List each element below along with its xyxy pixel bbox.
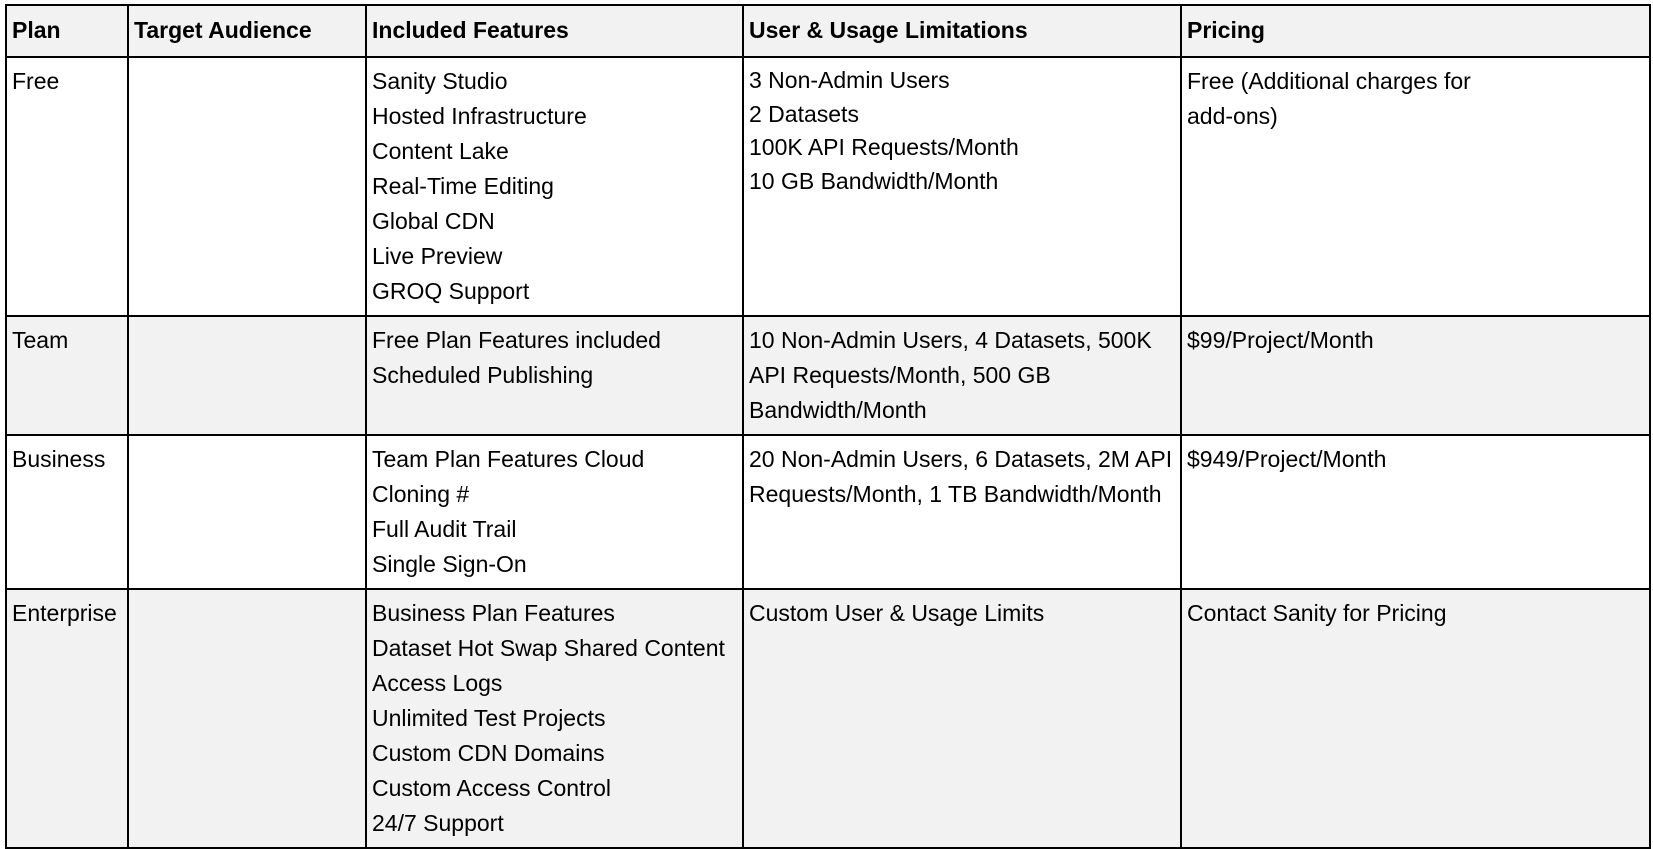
included-features: Free Plan Features included Scheduled Pu… (365, 315, 744, 436)
feature-item: GROQ Support (372, 278, 530, 304)
feature-item: Cloning # (372, 481, 470, 507)
feature-item: Content Lake (372, 138, 509, 164)
feature-item: Dataset Hot Swap Shared Content (372, 635, 725, 661)
included-features: Team Plan Features Cloud Cloning # Full … (365, 434, 744, 590)
plan-name: Business (5, 434, 129, 590)
header-plan: Plan (5, 4, 129, 58)
header-target-audience: Target Audience (127, 4, 367, 58)
pricing: $949/Project/Month (1180, 434, 1651, 590)
feature-item: Hosted Infrastructure (372, 103, 587, 129)
header-included-features: Included Features (365, 4, 744, 58)
target-audience (127, 434, 367, 590)
feature-item: Real-Time Editing (372, 173, 554, 199)
table-row: Free Sanity Studio Hosted Infrastructure… (5, 56, 1651, 317)
limit-item: 100K API Requests/Month (749, 134, 1019, 160)
feature-item: Team Plan Features Cloud (372, 446, 645, 472)
plan-name: Team (5, 315, 129, 436)
limit-item: 10 GB Bandwidth/Month (749, 167, 999, 194)
target-audience (127, 56, 367, 317)
feature-item: Global CDN (372, 208, 495, 234)
header-row: Plan Target Audience Included Features U… (5, 4, 1651, 58)
limit-item: 2 Datasets (749, 100, 859, 127)
pricing: $99/Project/Month (1180, 315, 1651, 436)
pricing-text: $949/Project/Month (1187, 446, 1387, 472)
feature-item: Free Plan Features included (372, 327, 661, 353)
plans-table: Plan Target Audience Included Features U… (5, 4, 1651, 849)
pricing: Free (Additional charges for add-ons) (1180, 56, 1651, 317)
pricing-text: Contact Sanity for Pricing (1187, 600, 1447, 626)
table-row: Team Free Plan Features included Schedul… (5, 315, 1651, 436)
feature-item: Single Sign-On (372, 551, 527, 577)
usage-limitations: 3 Non-Admin Users 2 Datasets 100K API Re… (742, 56, 1182, 317)
feature-item: Sanity Studio (372, 68, 508, 94)
feature-item: 24/7 Support (372, 810, 504, 836)
header-limitations: User & Usage Limitations (742, 4, 1182, 58)
pricing-text: Free (Additional charges for add-ons) (1187, 68, 1471, 129)
usage-limitations: Custom User & Usage Limits (742, 588, 1182, 849)
header-pricing: Pricing (1180, 4, 1651, 58)
feature-item: Access Logs (372, 670, 503, 696)
plan-name: Free (5, 56, 129, 317)
limit-item: 3 Non-Admin Users (749, 67, 950, 93)
feature-item: Scheduled Publishing (372, 362, 594, 388)
feature-item: Live Preview (372, 243, 503, 269)
feature-item: Custom Access Control (372, 775, 612, 801)
usage-limitations: 20 Non-Admin Users, 6 Datasets, 2M API R… (742, 434, 1182, 590)
feature-item: Custom CDN Domains (372, 740, 605, 766)
feature-item: Unlimited Test Projects (372, 705, 606, 731)
plan-name: Enterprise (5, 588, 129, 849)
table-row: Business Team Plan Features Cloud Clonin… (5, 434, 1651, 590)
usage-limitations: 10 Non-Admin Users, 4 Datasets, 500K API… (742, 315, 1182, 436)
included-features: Sanity Studio Hosted Infrastructure Cont… (365, 56, 744, 317)
feature-item: Business Plan Features (372, 600, 615, 626)
limit-text: 20 Non-Admin Users, 6 Datasets, 2M API R… (749, 446, 1173, 507)
limit-text: 10 Non-Admin Users, 4 Datasets, 500K API… (749, 327, 1152, 423)
target-audience (127, 315, 367, 436)
table-row: Enterprise Business Plan Features Datase… (5, 588, 1651, 849)
pricing-text: $99/Project/Month (1187, 327, 1374, 353)
limit-text: Custom User & Usage Limits (749, 600, 1045, 626)
target-audience (127, 588, 367, 849)
pricing: Contact Sanity for Pricing (1180, 588, 1651, 849)
feature-item: Full Audit Trail (372, 516, 517, 542)
included-features: Business Plan Features Dataset Hot Swap … (365, 588, 744, 849)
